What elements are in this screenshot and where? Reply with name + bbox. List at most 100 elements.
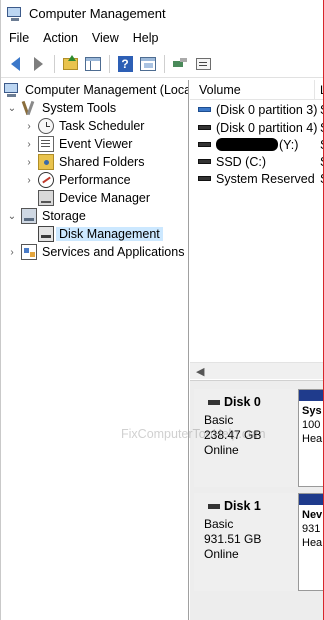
volume-list-header: Volume L [190,80,324,100]
show-hide-action-pane-button[interactable] [138,54,158,74]
clock-icon [38,118,54,134]
tree-item-label: Task Scheduler [59,119,145,133]
chevron-right-icon[interactable]: › [23,120,35,132]
tree-item-root[interactable]: Computer Management (Local [4,81,189,99]
tree-item-label: Shared Folders [59,155,145,169]
volume-row[interactable]: (Disk 0 partition 4) S [190,119,324,136]
forward-button[interactable] [28,54,48,74]
chevron-down-icon[interactable]: ⌄ [6,102,18,114]
console-tree-icon [85,56,101,71]
disk-connect-icon [172,57,188,70]
volume-icon [198,176,211,181]
tree-item-services-and-applications[interactable]: › Services and Applications [6,243,184,261]
scroll-left-icon[interactable]: ◀ [196,365,204,378]
partition-cap [299,494,324,505]
help-button[interactable]: ? [115,54,135,74]
volume-name: (Y:) [279,137,299,152]
redaction-mark [216,138,278,151]
disk-status: Online [204,443,239,457]
partition-status: Hea [302,433,323,445]
toolbar-separator [109,54,110,73]
disk-info-block[interactable]: Disk 1 Basic 931.51 GB Online [194,493,298,591]
computer-icon [4,82,20,98]
tree-item-label: Services and Applications [42,245,185,259]
volume-icon [198,125,211,130]
partition-label: Nev [302,509,323,521]
disk-graphical-view: Disk 0 Basic 238.47 GB Online Sys 100 He… [190,380,324,620]
chevron-right-icon[interactable]: › [23,174,35,186]
tree-item-label: Event Viewer [59,137,133,151]
volume-name: System Reserved [216,171,315,186]
volume-row[interactable]: (Disk 0 partition 3) S [190,101,324,118]
disk-type: Basic [204,517,234,531]
partition-block[interactable]: Sys 100 Hea [298,389,324,487]
partition-size: 931 [302,523,321,535]
forward-arrow-icon [33,56,43,71]
connect-virtual-disk-button[interactable] [170,54,190,74]
tree-item-task-scheduler[interactable]: › Task Scheduler [23,117,144,135]
tree-item-label: Device Manager [59,191,151,205]
volume-row[interactable]: System Reserved S [190,170,324,187]
volume-row[interactable]: (Y:) S [190,136,324,153]
chevron-right-icon[interactable]: › [23,156,35,168]
menu-action[interactable]: Action [36,31,85,45]
shared-folder-icon [38,154,54,170]
partition-label: Sys [302,405,322,417]
volume-icon [198,142,211,147]
properties-icon [195,57,211,70]
volume-icon [198,107,211,112]
disk-icon [208,503,220,509]
chevron-down-icon[interactable]: ⌄ [6,210,18,222]
volume-column-header[interactable]: Volume [190,83,241,97]
disk-name: Disk 0 [224,395,261,409]
back-button[interactable] [5,54,25,74]
tree-item-system-tools[interactable]: ⌄ System Tools [6,99,116,117]
up-one-level-button[interactable] [60,54,80,74]
volume-name: SSD (C:) [216,154,266,169]
tree-item-device-manager[interactable]: Device Manager [38,189,150,207]
menu-help[interactable]: Help [126,31,166,45]
watermark: FixComputerTooHelp.com [121,427,266,441]
chevron-right-icon[interactable]: › [6,246,18,258]
toolbar: ? [1,50,324,78]
disk-name: Disk 1 [224,499,261,513]
computer-management-icon [7,6,23,22]
tree-item-performance[interactable]: › Performance [23,171,131,189]
tree-item-label: Performance [59,173,131,187]
horizontal-scrollbar[interactable]: ◀ [190,362,324,379]
disk-management-pane: Volume L (Disk 0 partition 3) S (Disk 0 … [190,80,324,620]
volume-row[interactable]: SSD (C:) S [190,153,324,170]
tree-item-label: Storage [42,209,86,223]
partition-status: Hea [302,537,323,549]
chevron-right-icon[interactable]: › [23,138,35,150]
title-bar[interactable]: Computer Management [1,0,324,27]
tree-item-shared-folders[interactable]: › Shared Folders [23,153,144,171]
volume-name: (Disk 0 partition 3) [216,102,318,117]
toolbar-separator [54,54,55,73]
tree-item-event-viewer[interactable]: › Event Viewer [23,135,132,153]
storage-icon [21,208,37,224]
tree-item-label: Computer Management (Local [25,83,189,97]
menu-bar: File Action View Help [1,28,324,48]
menu-view[interactable]: View [85,31,126,45]
partition-cap [299,390,324,401]
volume-name: (Disk 0 partition 4) [216,120,318,135]
partition-size: 100 [302,419,321,431]
device-manager-icon [38,190,54,206]
services-icon [21,244,37,260]
folder-up-icon [62,54,78,70]
tools-icon [21,100,37,116]
toolbar-separator [164,54,165,73]
properties-button[interactable] [193,54,213,74]
console-tree: Computer Management (Local ⌄ System Tool… [1,80,189,620]
performance-icon [38,172,54,188]
help-icon: ? [117,55,133,72]
computer-management-window: Computer Management File Action View Hel… [0,0,324,620]
menu-file[interactable]: File [1,31,36,45]
tree-item-disk-management[interactable]: Disk Management [38,225,163,243]
disk-icon [208,399,220,405]
disk-size: 931.51 GB [204,532,262,546]
tree-item-storage[interactable]: ⌄ Storage [6,207,86,225]
partition-block[interactable]: Nev 931 Hea [298,493,324,591]
show-hide-console-tree-button[interactable] [83,54,103,74]
